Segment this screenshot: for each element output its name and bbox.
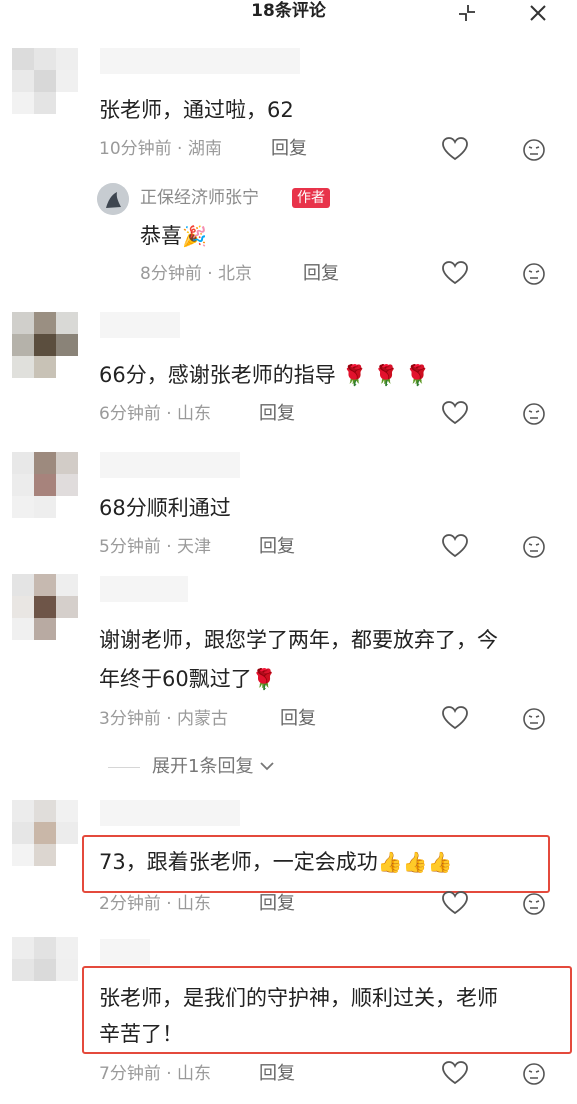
author-avatar[interactable] [97,183,129,215]
avatar[interactable] [12,800,82,870]
avatar[interactable] [12,452,82,522]
comment-meta: 2分钟前 · 山东 [99,894,212,914]
comments-header: 18条评论 [0,0,577,26]
close-icon[interactable] [527,2,549,24]
reply-time: 8分钟前 [140,264,202,284]
reply-button[interactable]: 回复 [271,137,307,161]
comment-time: 2分钟前 [99,894,161,914]
comment-meta: 5分钟前 · 天津 [99,537,212,557]
username-blurred [100,939,150,965]
comment-text: 73，跟着张老师，一定会成功👍👍👍 [99,850,453,874]
reply-text: 恭喜🎉 [140,224,207,248]
dislike-face-icon[interactable] [521,534,547,560]
comment-location: 湖南 [187,139,222,159]
comment-time: 6分钟前 [99,404,161,424]
heart-outline-icon[interactable] [441,136,469,162]
comment-text: 68分顺利通过 [99,496,231,520]
username-blurred [100,576,188,602]
heart-outline-icon[interactable] [441,890,469,916]
comment-time: 10分钟前 [99,139,172,159]
heart-outline-icon[interactable] [441,705,469,731]
expand-replies-button[interactable]: 展开1条回复 [152,755,275,779]
username-blurred [100,48,300,74]
dislike-face-icon[interactable] [521,401,547,427]
expand-divider [108,767,140,768]
comment-text-line1: 张老师，是我们的守护神，顺利过关，老师 [99,986,498,1010]
comment-location: 山东 [177,1064,212,1084]
reply-button[interactable]: 回复 [259,402,295,426]
comment-location: 内蒙古 [177,709,229,729]
heart-outline-icon[interactable] [441,400,469,426]
comment-time: 7分钟前 [99,1064,161,1084]
comment-meta: 6分钟前 · 山东 [99,404,212,424]
comments-count-title: 18条评论 [251,1,326,21]
comment-time: 5分钟前 [99,537,161,557]
reply-button[interactable]: 回复 [303,262,339,286]
comment-meta: 10分钟前 · 湖南 [99,139,222,159]
reply-location: 北京 [218,264,253,284]
reply-button[interactable]: 回复 [280,707,316,731]
author-badge: 作者 [292,188,330,208]
dislike-face-icon[interactable] [521,137,547,163]
reply-meta: 8分钟前 · 北京 [140,264,253,284]
reply-button[interactable]: 回复 [259,1062,295,1086]
heart-outline-icon[interactable] [441,533,469,559]
comment-text: 66分，感谢张老师的指导 🌹 🌹 🌹 [99,363,430,387]
comment-meta: 7分钟前 · 山东 [99,1064,212,1084]
heart-outline-icon[interactable] [441,260,469,286]
comment-location: 山东 [177,894,212,914]
avatar[interactable] [12,312,82,382]
reply-button[interactable]: 回复 [259,892,295,916]
chevron-down-icon [259,756,275,777]
comment-text-line1: 谢谢老师，跟您学了两年，都要放弃了，今 [99,628,498,652]
comment-text-line2: 辛苦了！ [99,1022,183,1046]
avatar[interactable] [12,48,82,118]
reply-button[interactable]: 回复 [259,535,295,559]
avatar[interactable] [12,937,82,1007]
dislike-face-icon[interactable] [521,891,547,917]
username-blurred [100,800,240,826]
avatar[interactable] [12,574,82,644]
author-name[interactable]: 正保经济师张宁 [140,186,259,210]
username-blurred [100,452,240,478]
comment-location: 山东 [177,404,212,424]
comment-text: 张老师，通过啦，62 [99,98,294,122]
heart-outline-icon[interactable] [441,1060,469,1086]
comment-time: 3分钟前 [99,709,161,729]
dislike-face-icon[interactable] [521,706,547,732]
dislike-face-icon[interactable] [521,261,547,287]
dislike-face-icon[interactable] [521,1061,547,1087]
comment-text-line2: 年终于60飘过了🌹 [99,667,277,691]
collapse-arrows-icon[interactable] [456,2,478,24]
comment-meta: 3分钟前 · 内蒙古 [99,709,229,729]
comment-location: 天津 [177,537,212,557]
username-blurred [100,312,180,338]
